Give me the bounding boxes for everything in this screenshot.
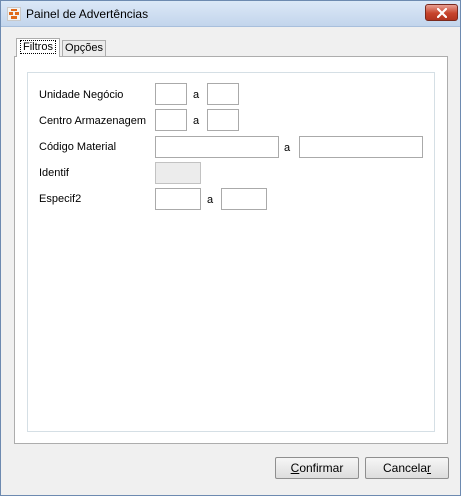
- tab-label: Opções: [65, 42, 103, 54]
- confirm-button[interactable]: Confirmar: [275, 457, 359, 479]
- unidade-negocio-label: Unidade Negócio: [39, 89, 124, 101]
- codigo-material-to-input[interactable]: [299, 136, 423, 158]
- window-title: Painel de Advertências: [26, 7, 149, 21]
- app-icon: [7, 7, 21, 21]
- centro-armazenagem-from-input[interactable]: [155, 109, 187, 131]
- close-button[interactable]: [425, 4, 458, 21]
- unidade-negocio-from-input[interactable]: [155, 83, 187, 105]
- title-bar[interactable]: Painel de Advertências: [1, 1, 460, 27]
- codigo-material-separator: a: [284, 142, 291, 154]
- tab-label: Filtros: [20, 40, 56, 54]
- centro-armazenagem-label: Centro Armazenagem: [39, 115, 146, 127]
- cancel-button[interactable]: Cancelar: [365, 457, 449, 479]
- confirm-label-rest: onfirmar: [299, 461, 344, 475]
- especif2-label: Especif2: [39, 193, 82, 205]
- identif-input: [155, 162, 201, 184]
- centro-armazenagem-to-input[interactable]: [207, 109, 239, 131]
- close-icon: [437, 8, 447, 18]
- especif2-to-input[interactable]: [221, 188, 267, 210]
- centro-armazenagem-separator: a: [193, 115, 200, 127]
- identif-label: Identif: [39, 167, 69, 179]
- especif2-from-input[interactable]: [155, 188, 201, 210]
- cancel-label-prefix: Cancela: [382, 461, 428, 475]
- tab-filtros[interactable]: Filtros: [16, 38, 60, 57]
- unidade-negocio-to-input[interactable]: [207, 83, 239, 105]
- especif2-separator: a: [207, 194, 214, 206]
- tab-opcoes[interactable]: Opções: [62, 40, 106, 56]
- cancel-mnemonic: r: [427, 461, 432, 475]
- codigo-material-from-input[interactable]: [155, 136, 279, 158]
- codigo-material-label: Código Material: [39, 141, 117, 153]
- unidade-negocio-separator: a: [193, 89, 200, 101]
